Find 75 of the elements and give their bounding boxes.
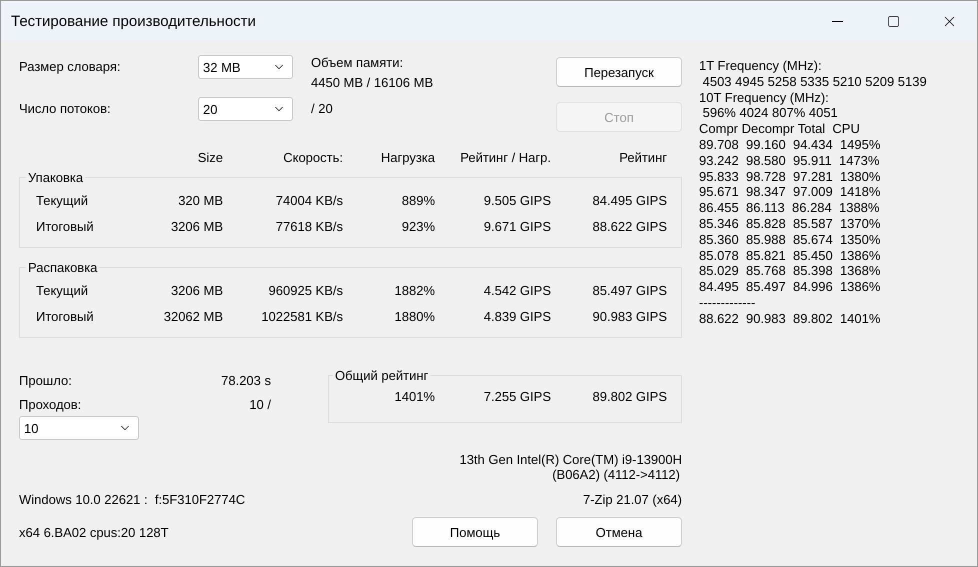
memory-value: 4450 MB / 16106 MB [311,75,434,90]
log-line: 1T Frequency (MHz): [699,58,823,74]
log-line: 596% 4024 807% 4051 [702,105,839,122]
table-cell: 32062 MB [164,308,223,324]
table-cell: 9.671 GIPS [484,218,551,234]
elapsed-label: Прошло: [19,372,72,388]
column-header: Скорость: [283,150,343,164]
table-cell: 85.497 GIPS [592,282,667,298]
log-line: 84.495 85.497 84.996 1386% [699,279,882,295]
table-cell: 3206 MB [170,282,223,298]
table-cell: 3206 MB [170,218,223,234]
restart-button[interactable]: Перезапуск [556,57,682,87]
log-line: ------------- [699,294,756,311]
log-line: 89.708 99.160 94.434 1495% [699,136,882,153]
table-cell: 4.839 GIPS [484,308,551,324]
group-title: Упаковка [27,170,84,185]
log-line: 95.833 98.728 97.281 1380% [699,168,882,184]
threads-max: / 20 [311,100,333,116]
log-line: 85.360 85.988 85.674 1350% [699,232,882,248]
table-cell: 88.622 GIPS [592,218,667,234]
table-cell: 4.542 GIPS [484,282,551,298]
passes-label: Проходов: [19,396,82,412]
arch-info: x64 6.BA02 cpus:20 128T [19,524,169,540]
table-cell: 1880% [394,308,435,324]
log-line: 95.671 98.347 97.009 1418% [699,184,882,200]
rating-value: 7.255 GIPS [484,389,551,404]
log-line: 93.242 98.580 95.911 1473% [699,152,880,169]
log-line: 4503 4945 5258 5335 5210 5209 5139 [702,74,927,90]
rating-value: 89.802 GIPS [592,389,667,404]
table-cell: 77618 KB/s [276,218,343,234]
cpu-info: 13th Gen Intel(R) Core(TM) i9-13900H [459,452,682,467]
group-title: Общий рейтинг [334,368,430,383]
window-title: Тестирование производительности [10,12,257,30]
column-header: Рейтинг [619,150,667,164]
table-cell: 1022581 KB/s [261,308,343,324]
table-cell: 923% [402,218,435,234]
maximize-icon [886,14,900,28]
version-info: 7-Zip 21.07 (x64) [583,492,682,507]
help-button[interactable]: Помощь [412,517,538,547]
elapsed-value: 78.203 s [221,372,271,388]
memory-label: Объем памяти: [311,55,404,70]
log-line: 85.029 85.768 85.398 1368% [699,263,882,280]
dropdown[interactable]: 10 [19,416,139,440]
rating-value: 1401% [394,389,435,404]
table-cell: 960925 KB/s [268,282,343,298]
table-cell: 74004 KB/s [276,192,343,208]
field-label: Число потоков: [19,100,111,116]
table-cell: 9.505 GIPS [484,192,551,208]
table-cell: 90.983 GIPS [592,308,667,324]
dropdown[interactable]: 32 MB [198,55,293,79]
log-line: 85.346 85.828 85.587 1370% [699,216,882,232]
row-label: Текущий [36,192,88,208]
table-cell: 320 MB [178,192,223,208]
log-line: Compr Decompr Total CPU [699,121,861,137]
row-label: Итоговый [36,308,94,324]
table-cell: 1882% [394,282,435,298]
log-line: 85.078 85.821 85.450 1386% [699,248,882,264]
column-header: Рейтинг / Нагр. [460,150,551,164]
table-cell: 889% [402,192,435,208]
log-line: 86.455 86.113 86.284 1388% [699,200,880,216]
group-title: Распаковка [27,260,98,275]
log-line: 88.622 90.983 89.802 1401% [699,310,882,327]
cpu-info: (B06A2) (4112->4112) [552,467,680,482]
field-label: Размер словаря: [19,58,120,74]
minimize-icon [832,20,842,22]
cancel-button[interactable]: Отмена [556,517,682,547]
column-header: Нагрузка [380,150,435,164]
column-header: Size [198,150,223,164]
row-label: Итоговый [36,218,94,234]
dropdown[interactable]: 20 [198,97,293,121]
os-info: Windows 10.0 22621 : f:5F310F2774C [19,492,246,507]
row-label: Текущий [36,282,88,298]
log-line: 10T Frequency (MHz): [699,90,830,106]
passes-value: 10 / [249,396,271,412]
table-cell: 84.495 GIPS [592,192,667,208]
